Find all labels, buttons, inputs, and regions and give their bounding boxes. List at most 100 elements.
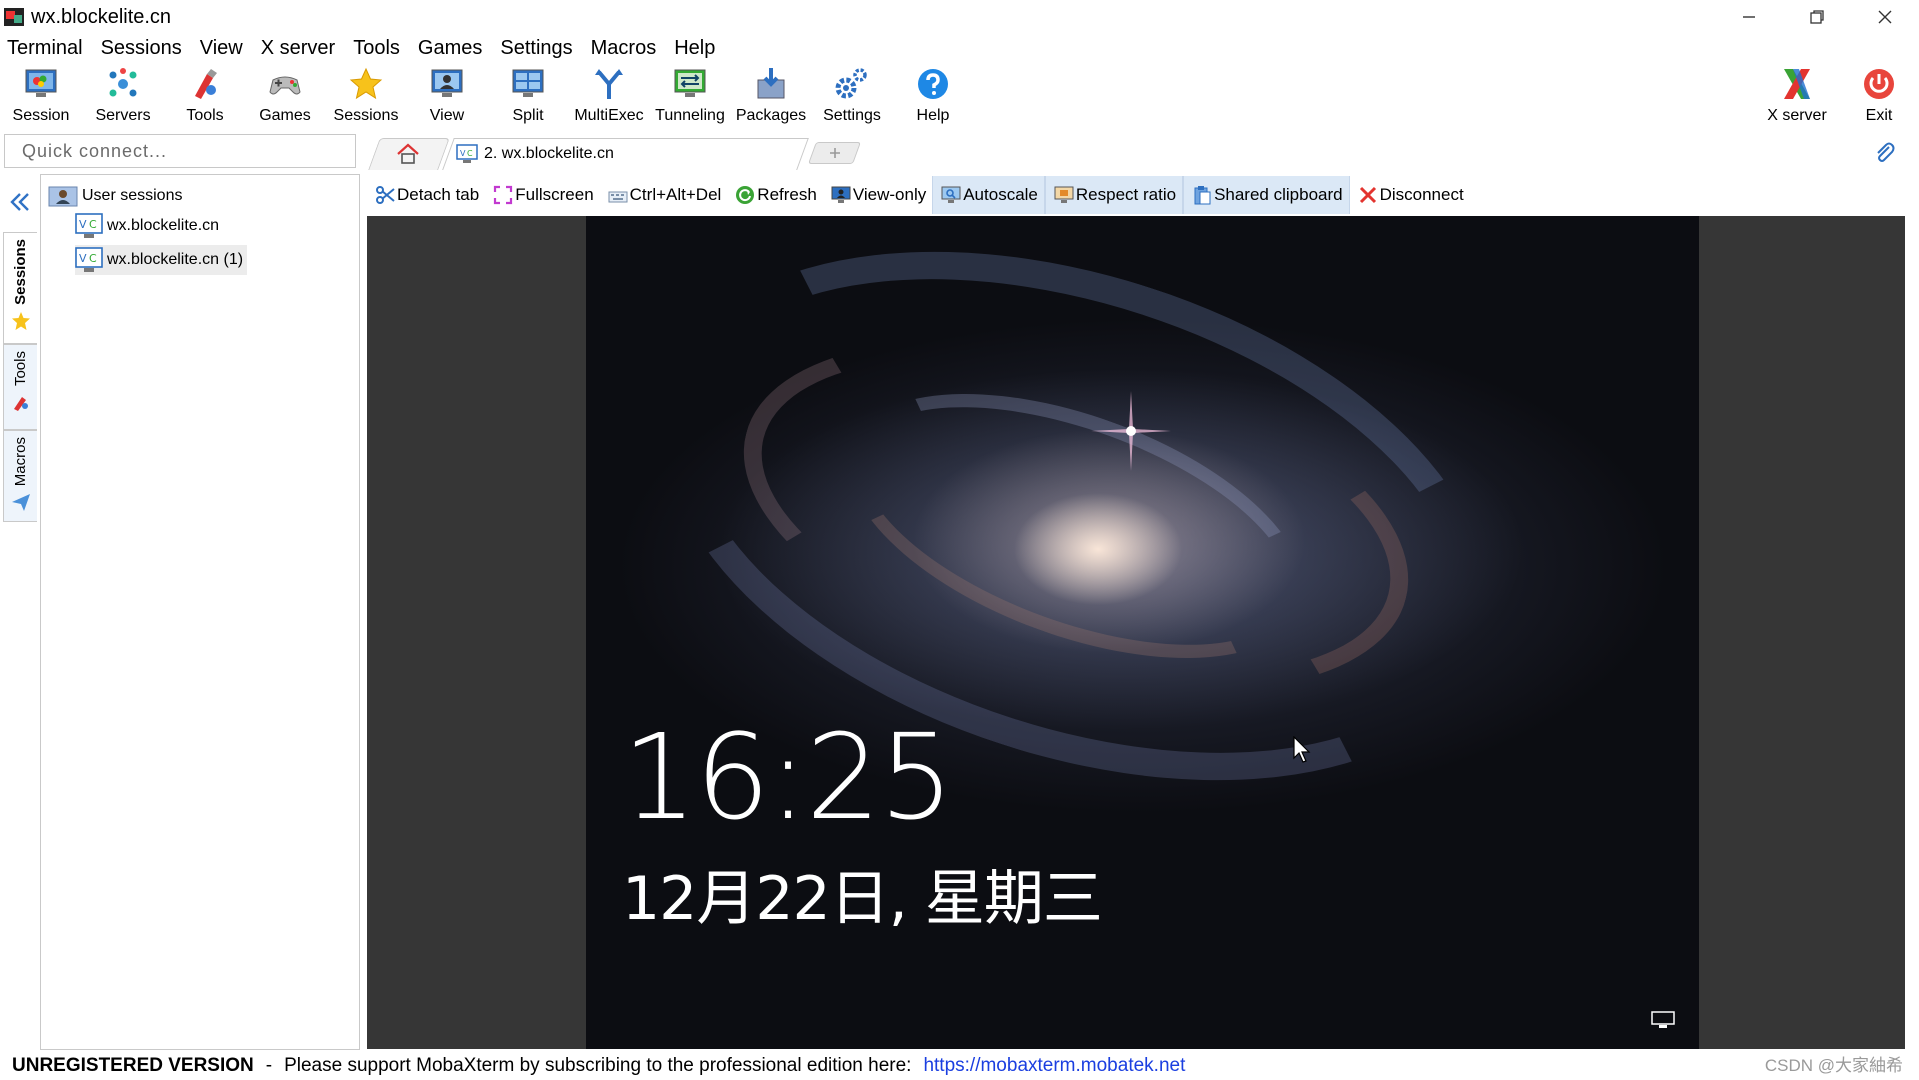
ctrl-alt-del-button[interactable]: Ctrl+Alt+Del [600,176,728,214]
side-tabs: Sessions Tools Macros [0,174,38,1050]
tree-session-label: wx.blockelite.cn (1) [107,251,243,269]
lockscreen-time: 16:25 [622,708,952,846]
toolbar-games-button[interactable]: Games [245,63,325,129]
disconnect-label: Disconnect [1380,185,1464,205]
shared-clipboard-button[interactable]: Shared clipboard [1183,176,1350,214]
collapse-sidebar-button[interactable] [8,188,32,222]
menu-bar: Terminal Sessions View X server Tools Ga… [0,34,726,62]
toolbar-exit-button[interactable]: Exit [1839,63,1919,129]
games-icon [267,66,303,102]
scissors-icon [375,185,395,205]
minimize-icon [1741,9,1757,25]
tree-session-item[interactable]: VC wx.blockelite.cn [75,211,223,241]
svg-text:C: C [89,218,97,231]
toolbar-session-label: Session [13,107,70,125]
menu-help[interactable]: Help [667,37,726,60]
toolbar-help-label: Help [917,107,950,125]
menu-terminal[interactable]: Terminal [0,37,94,60]
toolbar-session-button[interactable]: Session [1,63,81,129]
toolbar-help-button[interactable]: Help [893,63,973,129]
menu-tools[interactable]: Tools [346,37,411,60]
respect-ratio-label: Respect ratio [1076,185,1176,205]
svg-text:C: C [89,252,97,265]
svg-text:V: V [79,218,87,231]
menu-x-server[interactable]: X server [254,37,346,60]
side-tab-macros-label: Macros [12,437,29,486]
watermark-text: CSDN @大家紬希 [1765,1052,1903,1080]
mobatek-link[interactable]: https://mobaxterm.mobatek.net [923,1055,1185,1077]
paperclip-icon[interactable] [1872,140,1896,164]
servers-icon [105,66,141,102]
status-bar: UNREGISTERED VERSION - Please support Mo… [0,1052,1919,1080]
toolbar-sessions-label: Sessions [334,107,399,125]
lockscreen-date: 12月22日, 星期三 [622,850,1102,937]
tree-session-label: wx.blockelite.cn [107,217,219,235]
toolbar-tools-button[interactable]: Tools [165,63,245,129]
view-only-label: View-only [853,185,926,205]
vnc-icon: VC [75,247,103,273]
user-folder-icon [48,185,78,207]
toolbar-packages-label: Packages [736,107,806,125]
menu-view[interactable]: View [193,37,254,60]
menu-macros[interactable]: Macros [584,37,668,60]
disconnect-button[interactable]: Disconnect [1350,176,1470,214]
toolbar-view-button[interactable]: View [407,63,487,129]
autoscale-button[interactable]: Autoscale [932,176,1045,214]
close-button[interactable] [1851,0,1919,34]
window-title: wx.blockelite.cn [31,6,171,29]
session-tab-content: VC 2. wx.blockelite.cn [456,139,614,169]
respect-ratio-icon [1054,185,1074,205]
support-message: Please support MobaXterm by subscribing … [284,1055,911,1077]
home-icon [396,143,420,165]
tree-session-item-selected[interactable]: VC wx.blockelite.cn (1) [75,245,247,275]
help-icon [915,66,951,102]
toolbar-packages-button[interactable]: Packages [731,63,811,129]
refresh-icon [735,185,755,205]
view-only-button[interactable]: View-only [823,176,932,214]
minimize-button[interactable] [1715,0,1783,34]
toolbar-split-button[interactable]: Split [488,63,568,129]
toolbar-xserver-button[interactable]: X server [1757,63,1837,129]
remote-toolbar: Detach tab Fullscreen Ctrl+Alt+Del Refre… [367,176,1905,214]
menu-settings[interactable]: Settings [493,37,583,60]
lock-screen[interactable]: 16:25 12月22日, 星期三 [586,216,1699,1049]
refresh-button[interactable]: Refresh [727,176,823,214]
tree-root-user-sessions[interactable]: User sessions [48,183,182,209]
quick-connect-input[interactable]: Quick connect... [4,134,356,168]
toolbar-games-label: Games [259,107,311,125]
remote-display[interactable]: 16:25 12月22日, 星期三 [367,216,1905,1049]
split-icon [510,66,546,102]
toolbar-sessions-button[interactable]: Sessions [326,63,406,129]
side-tab-tools[interactable]: Tools [3,344,37,430]
toolbar-tools-label: Tools [186,107,223,125]
keyboard-icon [608,185,628,205]
toolbar-settings-label: Settings [823,107,881,125]
svg-text:V: V [79,252,87,265]
toolbar-tunneling-button[interactable]: Tunneling [650,63,730,129]
toolbar-settings-button[interactable]: Settings [812,63,892,129]
side-tab-sessions[interactable]: Sessions [3,232,37,344]
menu-sessions[interactable]: Sessions [94,37,193,60]
toolbar-multiexec-label: MultiExec [574,107,643,125]
refresh-label: Refresh [757,185,817,205]
toolbar-servers-button[interactable]: Servers [83,63,163,129]
app-icon [3,6,25,28]
mouse-cursor-icon [1293,736,1311,764]
side-tab-tools-label: Tools [12,351,29,386]
toolbar-multiexec-button[interactable]: MultiExec [569,63,649,129]
settings-icon [834,66,870,102]
menu-games[interactable]: Games [411,37,493,60]
toolbar-servers-label: Servers [95,107,150,125]
main-toolbar: Session Servers Tools Games Sessions Vie… [0,63,1919,129]
detach-tab-button[interactable]: Detach tab [367,176,485,214]
respect-ratio-button[interactable]: Respect ratio [1045,176,1183,214]
fullscreen-button[interactable]: Fullscreen [485,176,599,214]
side-tab-macros[interactable]: Macros [3,430,37,522]
view-icon [429,66,465,102]
star-icon [348,66,384,102]
star-icon [11,311,31,331]
detach-tab-label: Detach tab [397,185,479,205]
network-icon[interactable] [1651,1011,1675,1029]
restore-button[interactable] [1783,0,1851,34]
toolbar-exit-label: Exit [1866,107,1893,125]
